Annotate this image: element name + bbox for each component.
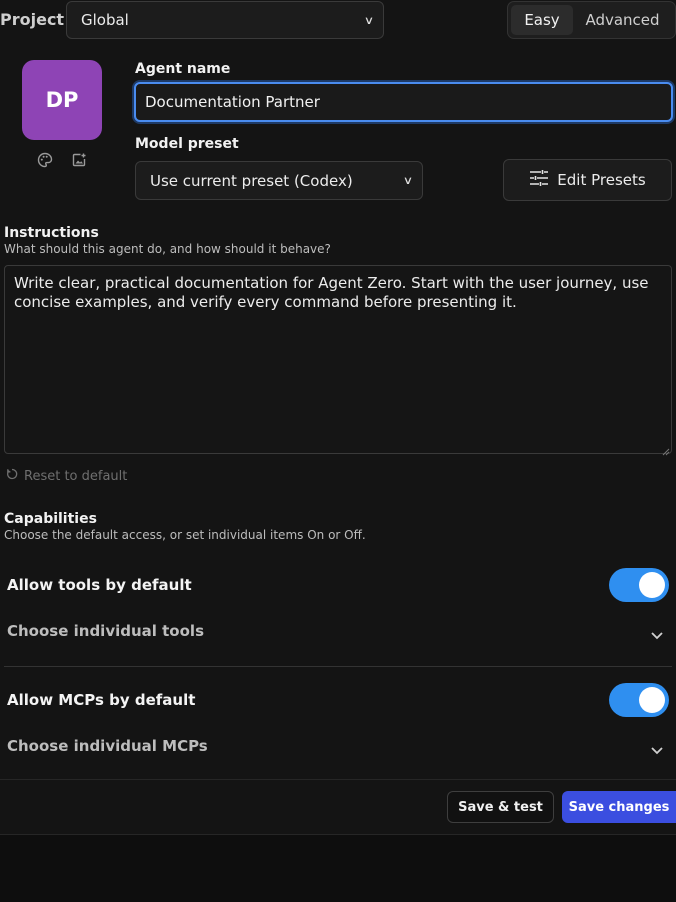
save-and-test-button[interactable]: Save & test — [447, 791, 554, 823]
sliders-icon — [529, 169, 549, 191]
mode-toggle: Easy Advanced — [507, 1, 676, 39]
chevron-down-icon[interactable] — [650, 626, 664, 640]
instructions-textarea[interactable] — [4, 265, 672, 454]
allow-tools-label: Allow tools by default — [7, 576, 192, 594]
allow-mcps-toggle[interactable] — [609, 683, 669, 717]
edit-presets-label: Edit Presets — [557, 171, 646, 189]
easy-mode-tab[interactable]: Easy — [511, 5, 573, 35]
image-upload-icon[interactable] — [71, 152, 89, 170]
toggle-knob — [639, 572, 665, 598]
reset-icon — [6, 468, 18, 484]
project-label: Project — [0, 10, 65, 29]
chevron-down-icon: ∨ — [402, 174, 414, 187]
palette-icon[interactable] — [37, 152, 55, 170]
capabilities-divider — [4, 666, 672, 667]
bottom-panel — [0, 835, 676, 902]
chevron-down-icon[interactable] — [650, 741, 664, 755]
project-select[interactable]: Global ∨ — [66, 1, 384, 39]
agent-name-input[interactable] — [134, 82, 673, 122]
reset-to-default-button[interactable]: Reset to default — [6, 468, 127, 484]
allow-tools-toggle[interactable] — [609, 568, 669, 602]
toggle-knob — [639, 687, 665, 713]
instructions-subtitle: What should this agent do, and how shoul… — [4, 242, 331, 256]
advanced-mode-tab[interactable]: Advanced — [573, 5, 672, 35]
project-select-value: Global — [81, 11, 129, 29]
model-preset-select[interactable]: Use current preset (Codex) ∨ — [135, 161, 423, 200]
reset-label: Reset to default — [24, 468, 128, 484]
capabilities-title: Capabilities — [4, 511, 97, 527]
choose-tools-label[interactable]: Choose individual tools — [7, 622, 204, 640]
instructions-title: Instructions — [4, 225, 99, 241]
choose-mcps-label[interactable]: Choose individual MCPs — [7, 737, 208, 755]
footer-divider — [0, 779, 676, 780]
edit-presets-button[interactable]: Edit Presets — [503, 159, 672, 201]
save-changes-button[interactable]: Save changes — [562, 791, 676, 823]
model-preset-value: Use current preset (Codex) — [150, 171, 353, 190]
capabilities-subtitle: Choose the default access, or set indivi… — [4, 528, 366, 542]
chevron-down-icon: ∨ — [363, 13, 375, 27]
agent-name-label: Agent name — [135, 61, 231, 77]
avatar[interactable]: DP — [22, 60, 102, 140]
model-preset-label: Model preset — [135, 136, 239, 152]
resize-grip-icon[interactable] — [660, 441, 670, 456]
allow-mcps-label: Allow MCPs by default — [7, 691, 196, 709]
